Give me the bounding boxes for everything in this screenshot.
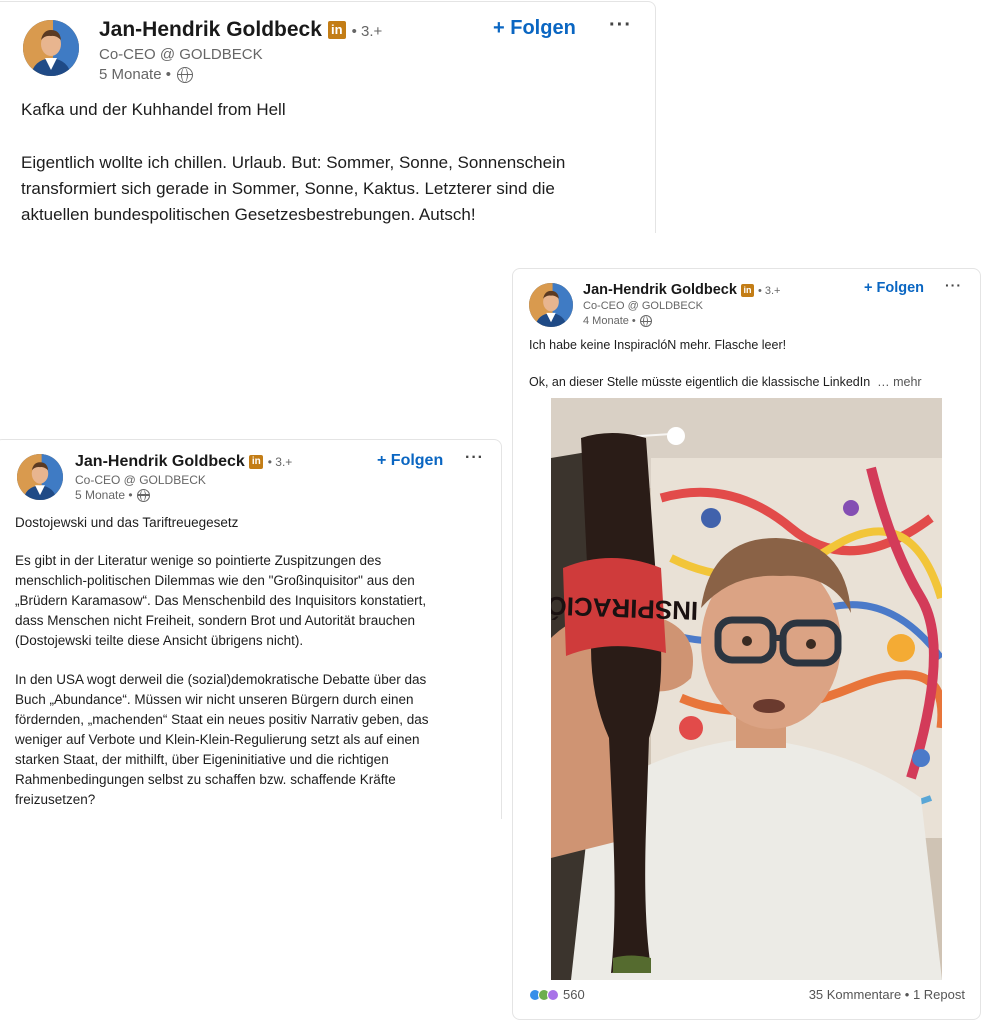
- post-paragraph-1: Es gibt in der Literatur wenige so point…: [15, 553, 427, 648]
- more-options-icon[interactable]: ···: [945, 277, 962, 293]
- follow-button[interactable]: + Folgen: [864, 280, 924, 296]
- author-avatar[interactable]: [529, 283, 573, 327]
- follow-button[interactable]: + Folgen: [377, 452, 443, 470]
- follow-button[interactable]: + Folgen: [493, 17, 576, 40]
- avatar-portrait-icon: [23, 20, 79, 76]
- bottle-label: INSPIRACIÓN: [551, 590, 699, 626]
- post-line-2: Ok, an dieser Stelle müsste eigentlich d…: [529, 375, 922, 389]
- connection-degree: • 3.+: [267, 455, 293, 469]
- more-options-icon[interactable]: ···: [609, 14, 632, 37]
- post-time: 5 Monate •: [99, 66, 193, 83]
- post-paragraph-2: In den USA wogt derweil die (sozial)demo…: [15, 672, 429, 807]
- author-name[interactable]: Jan-Hendrik Goldbeck in • 3.+: [75, 453, 292, 471]
- see-more-link[interactable]: … mehr: [877, 375, 921, 389]
- post-photo[interactable]: INSPIRACIÓN: [551, 398, 942, 980]
- post-time: 4 Monate •: [583, 315, 652, 327]
- connection-degree: • 3.+: [351, 23, 383, 40]
- author-headline: Co-CEO @ GOLDBECK: [99, 46, 263, 63]
- post-time: 5 Monate •: [75, 488, 150, 502]
- more-options-icon[interactable]: ···: [465, 449, 484, 467]
- avatar-portrait-icon: [529, 283, 573, 327]
- author-avatar[interactable]: [17, 454, 63, 500]
- comments-reposts-count[interactable]: 35 Kommentare • 1 Repost: [809, 987, 965, 1002]
- post-card-inspiracion: Jan-Hendrik Goldbeck in • 3.+ Co-CEO @ G…: [512, 268, 981, 1020]
- post-title: Kafka und der Kuhhandel from Hell: [21, 100, 286, 119]
- post-photo-image: INSPIRACIÓN: [551, 398, 942, 980]
- post-body: Eigentlich wollte ich chillen. Urlaub. B…: [21, 153, 566, 224]
- globe-icon: [136, 488, 150, 502]
- connection-degree: • 3.+: [757, 285, 781, 297]
- author-name[interactable]: Jan-Hendrik Goldbeck in • 3.+: [99, 18, 382, 42]
- reaction-count: 560: [563, 987, 585, 1002]
- author-avatar[interactable]: [23, 20, 79, 76]
- avatar-portrait-icon: [17, 454, 63, 500]
- author-headline: Co-CEO @ GOLDBECK: [583, 300, 703, 312]
- support-reaction-icon: [547, 988, 559, 1001]
- post-card-dostojewski: Jan-Hendrik Goldbeck in • 3.+ Co-CEO @ G…: [0, 439, 502, 819]
- globe-icon: [176, 66, 193, 83]
- reactions-summary[interactable]: 560: [529, 987, 585, 1002]
- post-title: Dostojewski und das Tariftreuegesetz: [15, 515, 239, 530]
- linkedin-premium-badge-icon: in: [740, 283, 754, 297]
- linkedin-premium-badge-icon: in: [327, 21, 346, 40]
- author-name[interactable]: Jan-Hendrik Goldbeck in • 3.+: [583, 282, 780, 298]
- post-card-kafka: Jan-Hendrik Goldbeck in • 3.+ Co-CEO @ G…: [0, 1, 656, 233]
- linkedin-premium-badge-icon: in: [249, 454, 264, 469]
- author-headline: Co-CEO @ GOLDBECK: [75, 473, 206, 487]
- globe-icon: [639, 315, 652, 327]
- post-line-1: Ich habe keine InspiraclóN mehr. Flasche…: [529, 338, 787, 352]
